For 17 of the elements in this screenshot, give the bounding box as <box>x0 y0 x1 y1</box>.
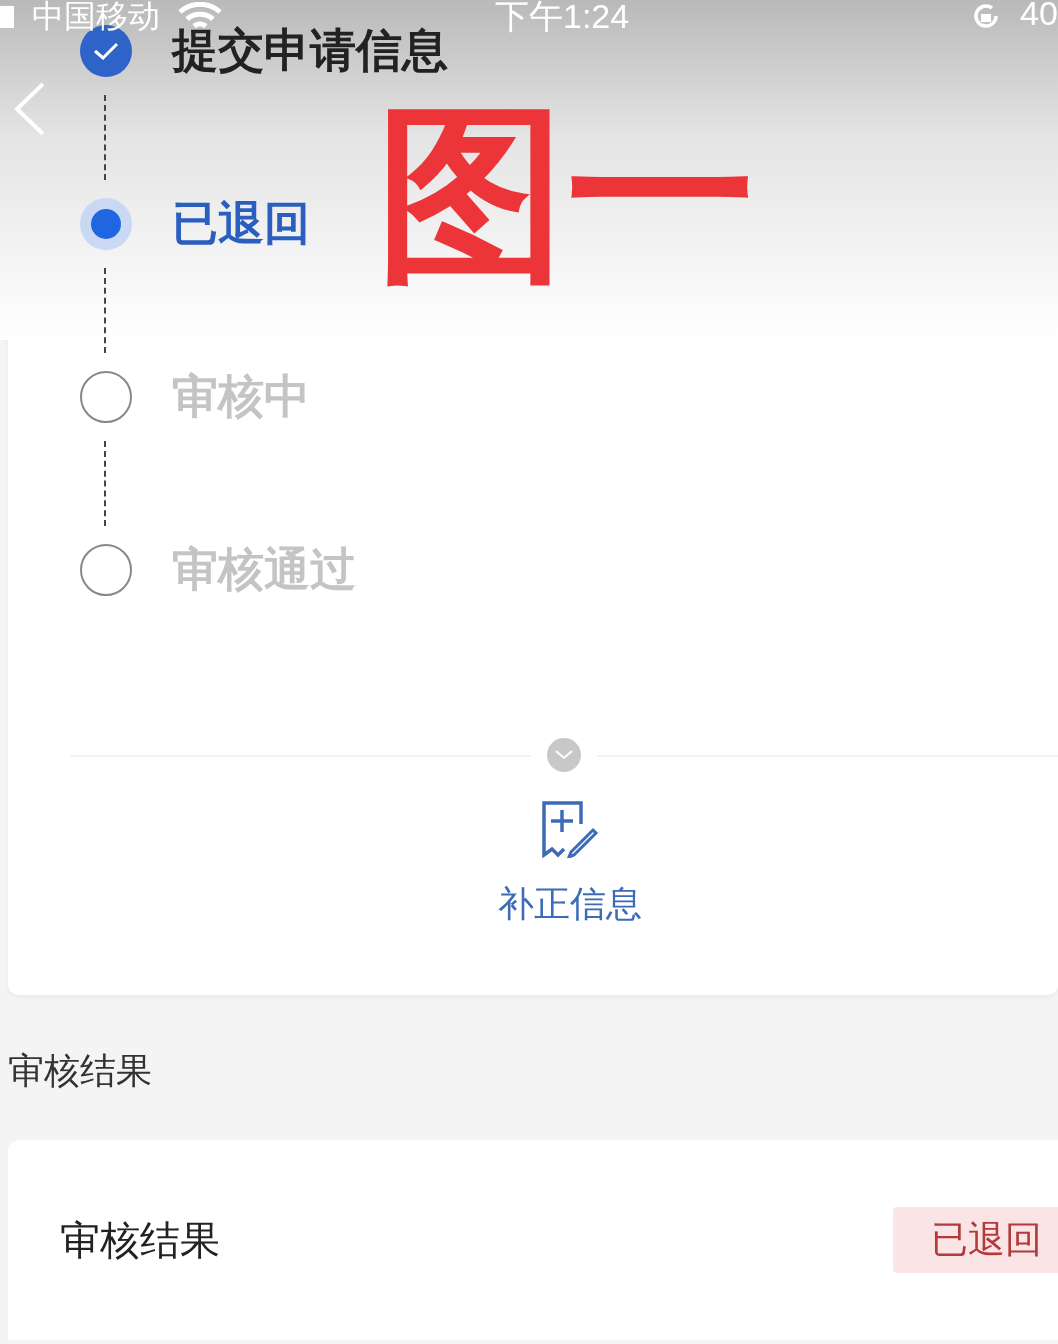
result-label: 审核结果 <box>60 1215 220 1265</box>
clock-time: 下午1:24 <box>495 0 630 37</box>
collapse-toggle[interactable] <box>547 738 581 772</box>
section-title: 审核结果 <box>8 1049 152 1093</box>
back-icon[interactable] <box>13 82 47 136</box>
status-badge: 已退回 <box>893 1207 1058 1273</box>
signal-icon <box>0 6 14 28</box>
step-label: 审核通过 <box>172 541 356 598</box>
battery-percent: 40 <box>1020 0 1058 33</box>
step-label: 审核中 <box>172 368 310 425</box>
edit-document-icon <box>541 800 599 858</box>
carrier-name: 中国移动 <box>32 0 160 37</box>
annotation-label: 图一 <box>376 100 756 290</box>
step-label: 提交申请信息 <box>172 22 448 79</box>
chevron-down-icon <box>555 750 573 760</box>
correct-info-button[interactable]: 补正信息 <box>498 800 642 929</box>
step-label: 已退回 <box>172 195 310 252</box>
